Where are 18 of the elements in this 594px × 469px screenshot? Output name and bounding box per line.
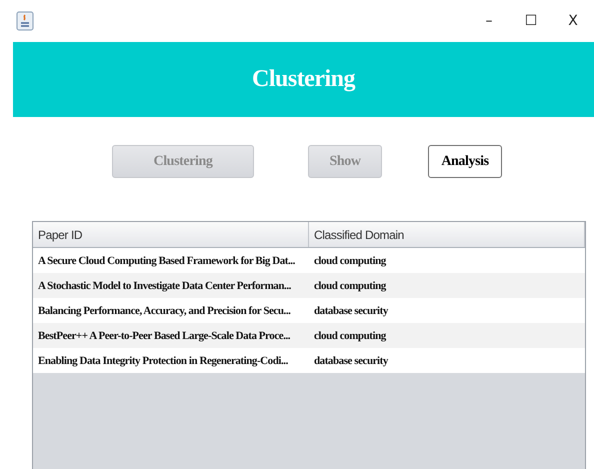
table-cell-text: BestPeer++ A Peer-to-Peer Based Large-Scale Data Proce... <box>37 328 292 344</box>
maximize-button[interactable]: ☐ <box>510 13 552 29</box>
table-cell-text: database security <box>313 354 390 368</box>
minimize-button[interactable]: – <box>468 13 510 29</box>
table-cell-text: cloud computing <box>313 278 388 294</box>
app-icon <box>16 11 34 31</box>
banner-title: Clustering <box>252 66 355 93</box>
table-cell-text: database security <box>313 304 390 318</box>
close-button[interactable]: X <box>552 13 594 29</box>
table-cell-text: cloud computing <box>313 254 388 268</box>
action-button[interactable]: Analysis <box>428 145 502 178</box>
table-cell-text: cloud computing <box>313 328 388 344</box>
table-cell-text: Enabling Data Integrity Protection in Regenerating-Codi... <box>37 354 289 368</box>
table-cell-text: Balancing Performance, Accuracy, and Precision for Secu... <box>37 304 292 318</box>
table-cell-text: A Stochastic Model to Investigate Data Center Performan... <box>37 278 292 294</box>
column-header[interactable]: Paper ID <box>33 222 309 247</box>
table-cell-text: A Secure Cloud Computing Based Framework for Big Dat... <box>37 254 296 268</box>
column-header[interactable]: Classified Domain <box>309 222 585 247</box>
